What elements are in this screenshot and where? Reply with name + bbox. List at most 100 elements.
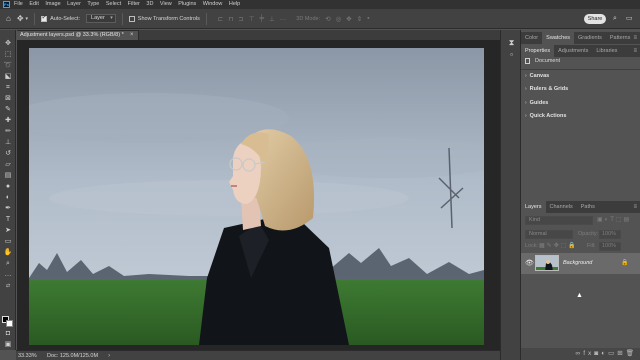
- transform-controls-checkbox[interactable]: [128, 15, 135, 22]
- opacity-field[interactable]: 100%: [599, 230, 621, 239]
- panel-icon-strip: ⧗ ▫: [500, 30, 521, 360]
- align-top-icon[interactable]: ⊤: [249, 15, 255, 23]
- panel-menu-icon[interactable]: ≡: [633, 201, 637, 213]
- pen-tool-icon[interactable]: ✒: [3, 204, 13, 214]
- align-bottom-icon[interactable]: ⊥: [269, 15, 275, 23]
- menu-view[interactable]: View: [160, 0, 172, 9]
- menu-edit[interactable]: Edit: [29, 0, 38, 9]
- history-panel-icon[interactable]: ⧗: [507, 38, 516, 47]
- gradient-tool-icon[interactable]: ▤: [3, 171, 13, 181]
- 3d-roll-icon[interactable]: ◎: [336, 15, 342, 23]
- lasso-tool-icon[interactable]: ➰: [3, 61, 13, 71]
- tab-adjustments[interactable]: Adjustments: [554, 45, 592, 57]
- tool-preset-chevron-icon[interactable]: ▾: [26, 9, 29, 29]
- more-options-icon[interactable]: …: [280, 15, 287, 22]
- zoom-level[interactable]: 33.33%: [18, 353, 44, 359]
- blend-mode-dropdown[interactable]: Normal: [525, 230, 573, 239]
- move-tool-icon[interactable]: ✥: [3, 39, 13, 49]
- chevron-right-icon: ›: [525, 86, 527, 92]
- new-layer-icon[interactable]: ⊞: [617, 350, 625, 357]
- photoshop-logo-icon[interactable]: Ps: [3, 1, 10, 8]
- share-button[interactable]: Share: [584, 14, 606, 24]
- comments-panel-icon[interactable]: ▫: [507, 50, 516, 59]
- crop-tool-icon[interactable]: ⌗: [3, 83, 13, 93]
- history-brush-tool-icon[interactable]: ↺: [3, 149, 13, 159]
- section-quick-actions[interactable]: › Quick Actions: [525, 113, 566, 119]
- eyedropper-tool-icon[interactable]: ✎: [3, 105, 13, 115]
- menu-3d[interactable]: 3D: [146, 0, 153, 9]
- auto-select-target-dropdown[interactable]: Layer: [86, 14, 116, 23]
- rectangle-tool-icon[interactable]: ▭: [3, 237, 13, 247]
- tab-paths[interactable]: Paths: [577, 201, 599, 213]
- status-menu-chevron-icon[interactable]: ›: [108, 353, 110, 359]
- new-group-icon[interactable]: ▭: [608, 350, 617, 357]
- workspace-icon[interactable]: ▭: [626, 14, 633, 24]
- chevron-right-icon: ›: [525, 73, 527, 79]
- section-canvas[interactable]: › Canvas: [525, 73, 549, 79]
- home-icon[interactable]: ⌂: [6, 9, 11, 29]
- delete-layer-icon[interactable]: 🗑: [626, 350, 637, 357]
- panel-menu-icon[interactable]: ≡: [633, 45, 637, 57]
- 3d-scale-icon[interactable]: ▪: [367, 15, 369, 22]
- hand-tool-icon[interactable]: ✋: [3, 248, 13, 258]
- swap-colors-icon[interactable]: ⇄: [3, 281, 13, 291]
- background-color-swatch[interactable]: [6, 320, 13, 327]
- brush-tool-icon[interactable]: ✏: [3, 127, 13, 137]
- lock-options-icons[interactable]: ▦✎✥⬚🔒: [539, 242, 578, 251]
- menu-type[interactable]: Type: [87, 0, 99, 9]
- layer-filter-icons[interactable]: ▣◐T⬚▤: [597, 216, 631, 225]
- search-icon[interactable]: ⌕: [613, 14, 617, 24]
- align-right-icon[interactable]: ⊐: [238, 15, 243, 23]
- type-tool-icon[interactable]: T: [3, 215, 13, 225]
- screen-mode-icon[interactable]: ▣: [3, 340, 13, 350]
- path-selection-tool-icon[interactable]: ➤: [3, 226, 13, 236]
- layer-filter-kind-dropdown[interactable]: Kind: [525, 216, 593, 225]
- menu-image[interactable]: Image: [45, 0, 60, 9]
- document-tab[interactable]: Adjustment layers.psd @ 33.3% (RGB/8) * …: [17, 30, 139, 40]
- tab-layers[interactable]: Layers: [521, 201, 546, 213]
- align-left-icon[interactable]: ⊏: [218, 15, 223, 23]
- move-tool-icon[interactable]: ✥: [17, 9, 24, 29]
- tab-properties[interactable]: Properties: [521, 45, 555, 57]
- tab-swatches[interactable]: Swatches: [542, 32, 575, 44]
- 3d-slide-icon[interactable]: ⇕: [357, 15, 362, 23]
- tab-color[interactable]: Color: [521, 32, 542, 44]
- lock-icon[interactable]: 🔒: [621, 259, 628, 268]
- zoom-tool-icon[interactable]: ⌕: [3, 259, 13, 269]
- menu-window[interactable]: Window: [203, 0, 223, 9]
- tab-channels[interactable]: Channels: [546, 201, 577, 213]
- tab-patterns[interactable]: Patterns: [606, 32, 634, 44]
- marquee-tool-icon[interactable]: ⬚: [3, 50, 13, 60]
- more-tools-icon[interactable]: …: [3, 270, 13, 280]
- menu-help[interactable]: Help: [229, 0, 240, 9]
- eye-icon[interactable]: 👁: [525, 259, 534, 268]
- menu-layer[interactable]: Layer: [67, 0, 81, 9]
- document-photo[interactable]: [29, 48, 484, 345]
- 3d-orbit-icon[interactable]: ⟲: [325, 15, 330, 23]
- tab-gradients[interactable]: Gradients: [574, 32, 606, 44]
- panel-menu-icon[interactable]: ≡: [633, 32, 637, 44]
- close-icon[interactable]: ×: [130, 31, 134, 40]
- clone-stamp-tool-icon[interactable]: ⊥: [3, 138, 13, 148]
- auto-select-checkbox[interactable]: [41, 14, 48, 22]
- dodge-tool-icon[interactable]: ◐: [3, 193, 13, 203]
- healing-brush-tool-icon[interactable]: ✚: [3, 116, 13, 126]
- layer-row-background[interactable]: 👁 Background 🔒: [521, 253, 640, 274]
- quick-mask-icon[interactable]: ◘: [3, 329, 13, 339]
- layer-style-icon[interactable]: fx: [583, 350, 594, 357]
- tab-libraries[interactable]: Libraries: [592, 45, 621, 57]
- frame-tool-icon[interactable]: ⊠: [3, 94, 13, 104]
- section-guides[interactable]: › Guides: [525, 100, 548, 106]
- object-selection-tool-icon[interactable]: ⬕: [3, 72, 13, 82]
- section-rulers-grids[interactable]: › Rulers & Grids: [525, 86, 568, 92]
- align-center-icon[interactable]: ⊓: [228, 15, 233, 23]
- align-middle-icon[interactable]: ╪: [260, 15, 265, 22]
- eraser-tool-icon[interactable]: ▱: [3, 160, 13, 170]
- fill-field[interactable]: 100%: [599, 242, 621, 251]
- tools-panel: ✥ ⬚ ➰ ⬕ ⌗ ⊠ ✎ ✚ ✏ ⊥ ↺ ▱ ▤ ● ◐ ✒ T ➤ ▭ ✋ …: [0, 30, 16, 350]
- 3d-pan-icon[interactable]: ✥: [346, 15, 351, 23]
- blur-tool-icon[interactable]: ●: [3, 182, 13, 192]
- menu-plugins[interactable]: Plugins: [178, 0, 196, 9]
- menu-filter[interactable]: Filter: [128, 0, 140, 9]
- menu-select[interactable]: Select: [106, 0, 121, 9]
